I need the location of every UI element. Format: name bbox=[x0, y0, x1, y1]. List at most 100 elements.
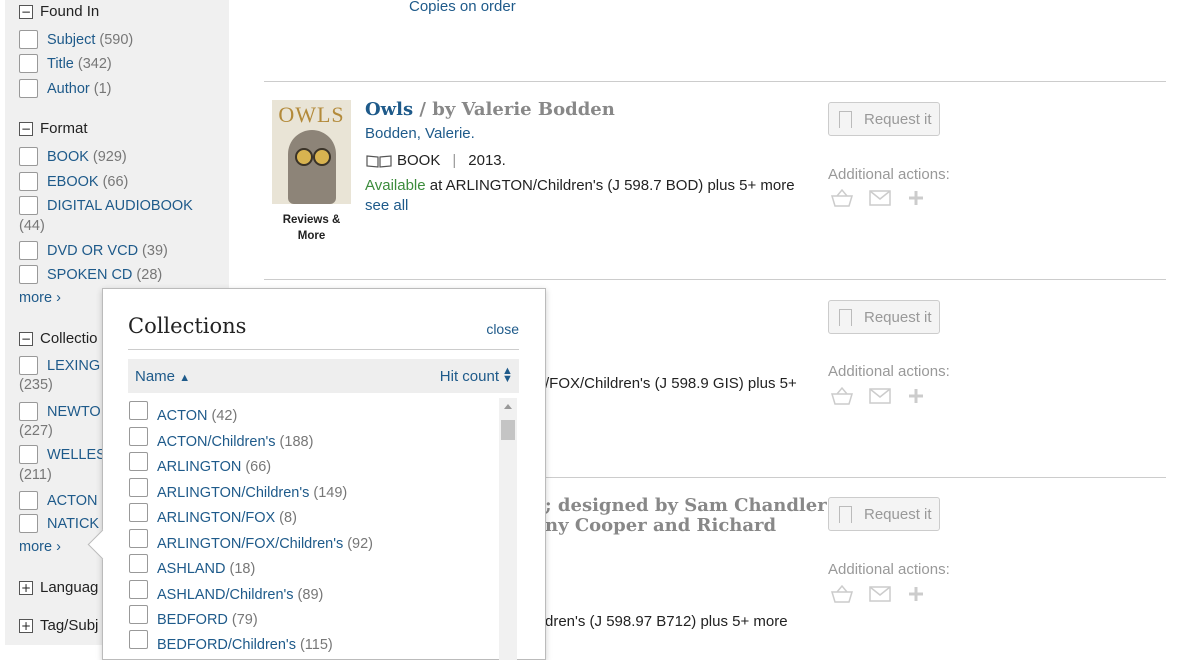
availability: Available at ARLINGTON/Children's (J 598… bbox=[365, 177, 795, 194]
scrollbar[interactable] bbox=[499, 398, 517, 660]
checkbox[interactable] bbox=[129, 427, 148, 446]
facet-item-collection[interactable]: NEWTO bbox=[19, 402, 101, 421]
facet-heading-found-in[interactable]: − Found In bbox=[19, 3, 99, 20]
list-item[interactable]: ARLINGTON/Children's (149) bbox=[129, 478, 347, 502]
checkbox[interactable] bbox=[129, 503, 148, 522]
facet-item-spoken-cd[interactable]: SPOKEN CD (28) bbox=[19, 265, 162, 284]
facet-heading-collection[interactable]: − Collectio bbox=[19, 330, 98, 347]
basket-icon[interactable] bbox=[830, 188, 854, 208]
sort-by-name[interactable]: Name ▲ bbox=[135, 368, 190, 385]
basket-icon[interactable] bbox=[830, 584, 854, 604]
facet-item-collection[interactable]: LEXING bbox=[19, 356, 100, 375]
facet-item-collection[interactable]: WELLES bbox=[19, 445, 106, 464]
scroll-up-icon[interactable] bbox=[504, 404, 512, 409]
checkbox[interactable] bbox=[19, 445, 38, 464]
facet-item-author[interactable]: Author (1) bbox=[19, 79, 111, 98]
additional-actions-label: Additional actions: bbox=[828, 166, 950, 183]
checkbox[interactable] bbox=[19, 241, 38, 260]
availability: /FOX/Children's (J 598.9 GIS) plus 5+ bbox=[545, 375, 797, 392]
checkbox[interactable] bbox=[129, 452, 148, 471]
result-title: Owls / by Valerie Bodden bbox=[365, 99, 615, 120]
facet-item-book[interactable]: BOOK (929) bbox=[19, 147, 127, 166]
facet-count: (211) bbox=[19, 467, 52, 483]
book-cover[interactable]: OWLS bbox=[272, 100, 351, 204]
checkbox[interactable] bbox=[129, 401, 148, 420]
see-all-link[interactable]: see all bbox=[365, 197, 408, 214]
checkbox[interactable] bbox=[129, 630, 148, 649]
add-icon[interactable] bbox=[906, 188, 926, 208]
checkbox[interactable] bbox=[129, 580, 148, 599]
collection-more-link[interactable]: more › bbox=[19, 539, 61, 555]
list-item[interactable]: ARLINGTON/FOX (8) bbox=[129, 503, 297, 527]
scrollbar-thumb[interactable] bbox=[501, 420, 515, 440]
checkbox[interactable] bbox=[19, 514, 38, 533]
author-link[interactable]: Bodden, Valerie. bbox=[365, 125, 475, 142]
facet-heading-format[interactable]: − Format bbox=[19, 120, 88, 137]
list-item[interactable]: BEDFORD (79) bbox=[129, 605, 258, 629]
collapse-icon[interactable]: − bbox=[19, 4, 33, 19]
action-icons bbox=[830, 188, 926, 208]
title-link[interactable]: Owls bbox=[365, 99, 413, 120]
bookmark-icon bbox=[839, 110, 852, 128]
checkbox[interactable] bbox=[19, 402, 38, 421]
checkbox[interactable] bbox=[129, 554, 148, 573]
format-more-link[interactable]: more › bbox=[19, 290, 61, 306]
action-icons bbox=[830, 386, 926, 406]
sort-by-hit-count[interactable]: Hit count ▲ ▼ bbox=[440, 366, 513, 386]
list-item[interactable]: ACTON/Children's (188) bbox=[129, 427, 313, 451]
reviews-more-link[interactable]: Reviews & More bbox=[272, 212, 351, 244]
request-button[interactable]: Request it bbox=[828, 102, 940, 136]
checkbox[interactable] bbox=[19, 172, 38, 191]
checkbox[interactable] bbox=[19, 356, 38, 375]
list-item[interactable]: ASHLAND/Children's (89) bbox=[129, 580, 323, 604]
checkbox[interactable] bbox=[19, 54, 38, 73]
sort-asc-icon: ▲ bbox=[179, 372, 191, 384]
additional-actions-label: Additional actions: bbox=[828, 561, 950, 578]
bookmark-icon bbox=[839, 505, 852, 523]
facet-item-digital-audiobook[interactable]: DIGITAL AUDIOBOOK bbox=[19, 196, 193, 215]
checkbox[interactable] bbox=[129, 605, 148, 624]
list-item[interactable]: ARLINGTON (66) bbox=[129, 452, 271, 476]
table-header: Name ▲ Hit count ▲ ▼ bbox=[128, 359, 519, 393]
list-item[interactable]: ARLINGTON/FOX/Children's (92) bbox=[129, 529, 373, 553]
list-item[interactable]: ASHLAND (18) bbox=[129, 554, 255, 578]
facet-item-title[interactable]: Title (342) bbox=[19, 54, 112, 73]
expand-icon[interactable]: + bbox=[19, 618, 33, 633]
facet-item-ebook[interactable]: EBOOK (66) bbox=[19, 172, 128, 191]
facet-item-collection[interactable]: NATICK bbox=[19, 514, 99, 533]
facet-count: (227) bbox=[19, 423, 53, 439]
close-link[interactable]: close bbox=[486, 321, 519, 337]
checkbox[interactable] bbox=[129, 478, 148, 497]
add-icon[interactable] bbox=[906, 584, 926, 604]
facet-count: (44) bbox=[19, 218, 45, 234]
email-icon[interactable] bbox=[868, 584, 892, 604]
facet-item-dvd[interactable]: DVD OR VCD (39) bbox=[19, 241, 168, 260]
checkbox[interactable] bbox=[19, 79, 38, 98]
collapse-icon[interactable]: − bbox=[19, 121, 33, 136]
availability: dren's (J 598.97 B712) plus 5+ more bbox=[545, 613, 788, 630]
email-icon[interactable] bbox=[868, 188, 892, 208]
facet-item-subject[interactable]: Subject (590) bbox=[19, 30, 133, 49]
checkbox[interactable] bbox=[19, 196, 38, 215]
request-button[interactable]: Request it bbox=[828, 497, 940, 531]
book-icon bbox=[366, 154, 392, 168]
basket-icon[interactable] bbox=[830, 386, 854, 406]
facet-item-collection[interactable]: ACTON bbox=[19, 491, 98, 510]
checkbox[interactable] bbox=[19, 30, 38, 49]
checkbox[interactable] bbox=[19, 147, 38, 166]
facet-heading-tag[interactable]: + Tag/Subj bbox=[19, 617, 98, 634]
bookmark-icon bbox=[839, 308, 852, 326]
expand-icon[interactable]: + bbox=[19, 580, 33, 595]
facet-heading-language[interactable]: + Languag bbox=[19, 579, 98, 596]
list-item[interactable]: ACTON (42) bbox=[129, 401, 237, 425]
checkbox[interactable] bbox=[19, 265, 38, 284]
result-title-fragment[interactable]: ny Cooper and Richard bbox=[545, 515, 776, 536]
checkbox[interactable] bbox=[19, 491, 38, 510]
add-icon[interactable] bbox=[906, 386, 926, 406]
email-icon[interactable] bbox=[868, 386, 892, 406]
request-button[interactable]: Request it bbox=[828, 300, 940, 334]
result-title-fragment[interactable]: ; designed by Sam Chandler bbox=[545, 495, 827, 516]
copies-on-order-link[interactable]: Copies on order bbox=[409, 0, 516, 15]
collapse-icon[interactable]: − bbox=[19, 331, 33, 346]
checkbox[interactable] bbox=[129, 529, 148, 548]
